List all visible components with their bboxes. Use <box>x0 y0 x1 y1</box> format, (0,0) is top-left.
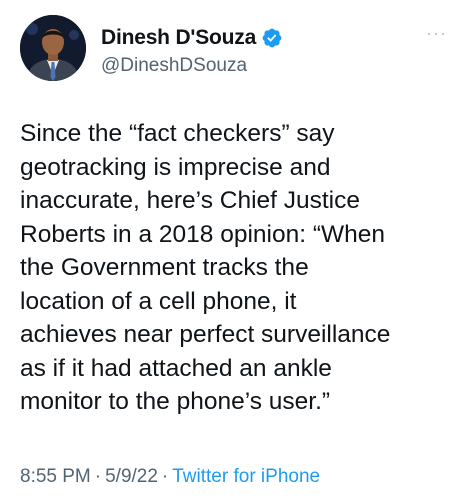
author-avatar[interactable] <box>20 15 86 81</box>
meta-separator: · <box>161 466 169 487</box>
tweet-date[interactable]: 5/9/22 <box>105 466 158 487</box>
author-handle[interactable]: @DineshDSouza <box>101 55 247 77</box>
author-name-row: Dinesh D'Souza <box>101 25 283 51</box>
tweet-meta: 8:55 PM · 5/9/22 · Twitter for iPhone <box>20 466 320 488</box>
tweet-text: Since the “fact checkers” say geotrackin… <box>20 120 391 415</box>
author-display-name[interactable]: Dinesh D'Souza <box>101 26 256 50</box>
tweet-source[interactable]: Twitter for iPhone <box>172 466 320 487</box>
avatar-image <box>20 15 86 81</box>
tweet-time[interactable]: 8:55 PM <box>20 466 91 487</box>
meta-separator: · <box>94 466 102 487</box>
verified-badge-icon <box>261 27 283 49</box>
more-options-icon[interactable]: ··· <box>426 24 447 42</box>
tweet-card: Dinesh D'Souza @DineshDSouza ··· Since t… <box>0 0 469 500</box>
